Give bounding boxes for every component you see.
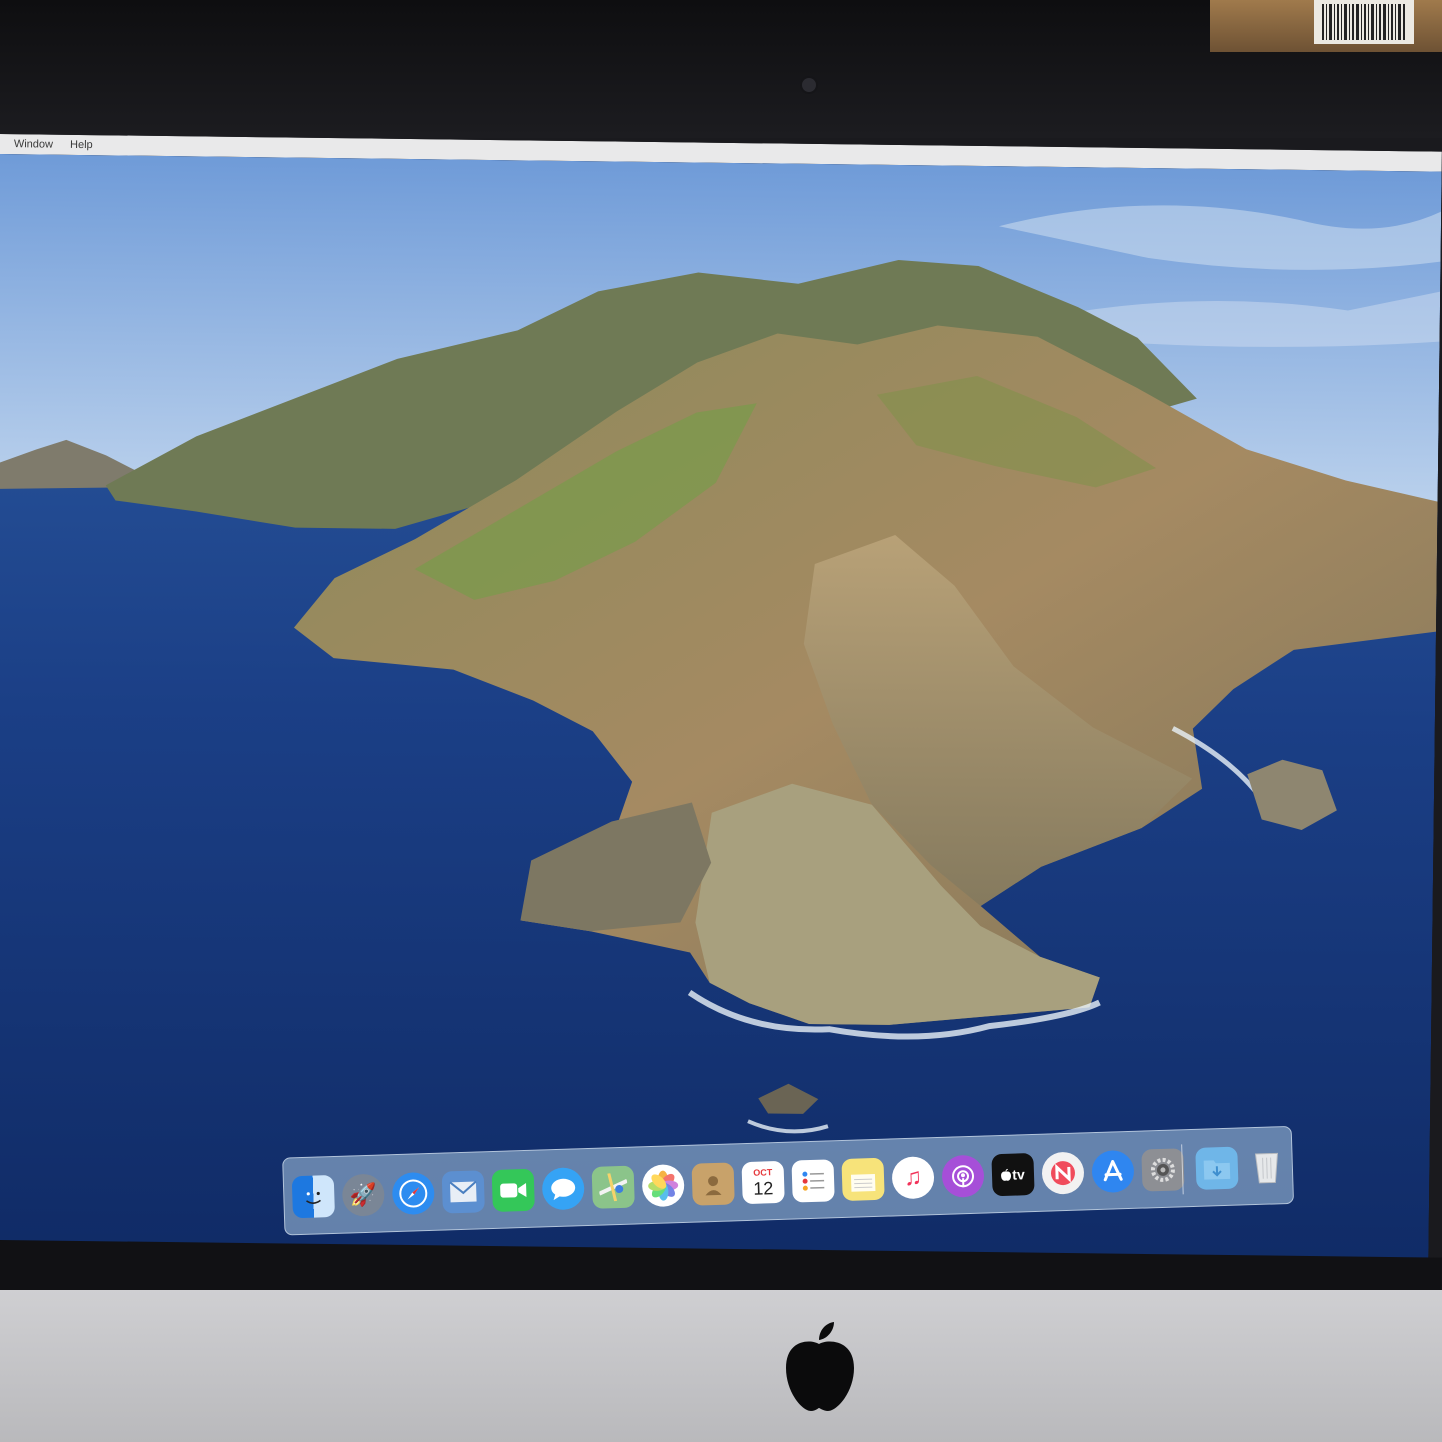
mail-icon[interactable] (441, 1170, 485, 1214)
notes-icon[interactable] (841, 1157, 885, 1202)
downloads-folder-icon[interactable] (1195, 1146, 1239, 1190)
photos-icon[interactable] (641, 1163, 685, 1208)
maps-icon[interactable] (591, 1165, 635, 1209)
calendar-day: 12 (752, 1177, 774, 1199)
monitor-chin (0, 1290, 1442, 1442)
appletv-label: tv (1012, 1166, 1025, 1183)
barcode-label (1314, 0, 1414, 44)
trash-icon[interactable] (1245, 1145, 1288, 1188)
safari-icon[interactable] (391, 1171, 435, 1216)
menu-help[interactable]: Help (70, 135, 93, 155)
launchpad-icon[interactable]: 🚀 (341, 1173, 385, 1217)
finder-icon[interactable] (291, 1174, 336, 1219)
contacts-icon[interactable] (691, 1162, 735, 1206)
calendar-month: OCT (753, 1166, 773, 1178)
facetime-icon[interactable] (491, 1168, 535, 1213)
calendar-icon[interactable]: OCT 12 (741, 1160, 785, 1205)
app-store-icon[interactable] (1091, 1149, 1135, 1194)
podcasts-icon[interactable] (941, 1154, 985, 1198)
music-icon[interactable]: ♫ (891, 1156, 935, 1200)
messages-icon[interactable] (541, 1167, 585, 1211)
screen: Window Help 🚀 OCT 12 ♫ tv (0, 134, 1442, 1274)
appletv-icon[interactable]: tv (991, 1152, 1035, 1197)
apple-logo-icon (786, 1322, 854, 1411)
desktop-wallpaper (0, 153, 1442, 1274)
news-icon[interactable] (1041, 1151, 1085, 1195)
reminders-icon[interactable] (791, 1159, 835, 1203)
camera (802, 78, 816, 92)
cardboard-box (1210, 0, 1442, 52)
system-preferences-icon[interactable] (1141, 1148, 1185, 1192)
menu-window[interactable]: Window (14, 134, 53, 154)
